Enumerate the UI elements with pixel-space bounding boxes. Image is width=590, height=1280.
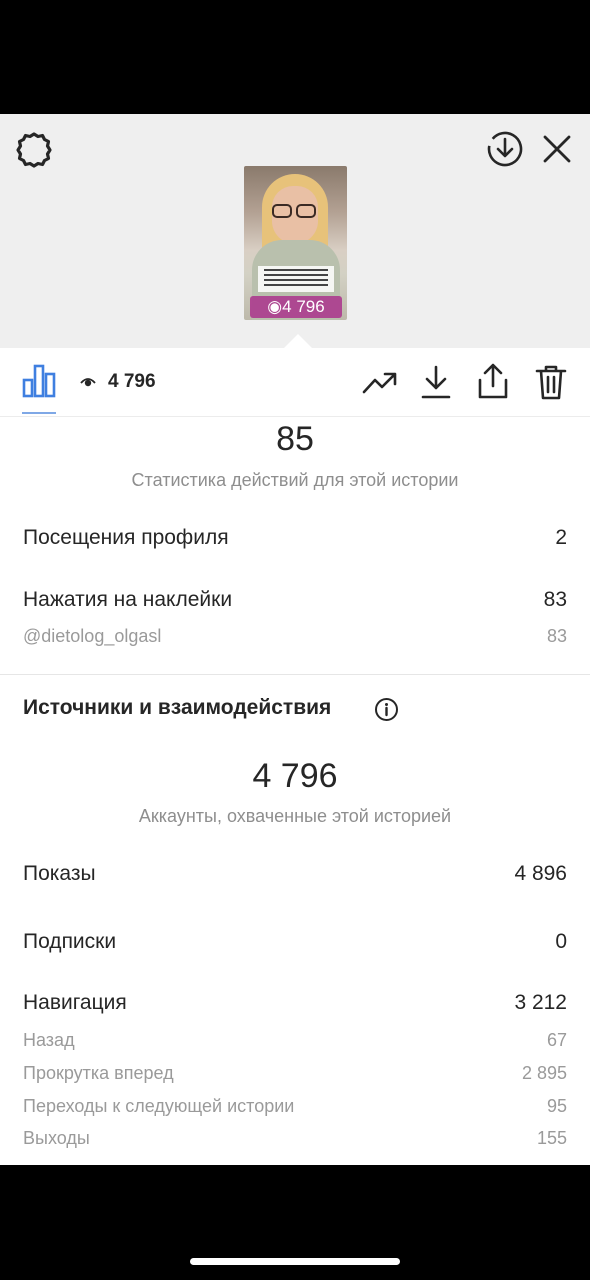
nav-next-story-value: 95: [546, 1096, 567, 1116]
share-button[interactable]: [476, 362, 510, 400]
share-icon: [478, 363, 508, 399]
promote-button[interactable]: [362, 366, 398, 400]
nav-exits-label: Выходы: [23, 1128, 90, 1148]
profile-visits-value: 2: [555, 526, 567, 549]
active-tab-indicator: [22, 412, 56, 414]
story-caption-sticker: [258, 266, 334, 292]
gear-icon: [16, 132, 52, 168]
sticker-taps-label: Нажатия на наклейки: [23, 588, 233, 611]
reach-caption: Аккаунты, охваченные этой историей: [138, 806, 452, 826]
follows-label: Подписки: [23, 930, 117, 953]
actions-caption: Статистика действий для этой истории: [131, 470, 459, 490]
nav-forward-value: 2 895: [521, 1063, 567, 1083]
close-button[interactable]: [538, 130, 576, 168]
home-indicator[interactable]: [190, 1258, 400, 1265]
nav-back-label: Назад: [23, 1030, 75, 1050]
trash-icon: [535, 365, 567, 400]
sticker-account-value: 83: [546, 626, 567, 646]
impressions-label: Показы: [23, 862, 96, 885]
save-story-button[interactable]: [484, 128, 526, 170]
preview-pointer: [284, 334, 312, 348]
eye-icon: ◉: [267, 297, 283, 316]
toolbar-divider: [0, 416, 590, 417]
reach-total: 4 796: [252, 757, 338, 795]
section-divider: [0, 674, 590, 675]
info-button[interactable]: [374, 697, 399, 722]
nav-next-story-label: Переходы к следующей истории: [23, 1096, 295, 1116]
thumbnail-views-badge: ◉4 796: [250, 296, 342, 318]
download-icon: [421, 365, 451, 399]
status-bar-area: [0, 0, 590, 114]
sticker-account-label[interactable]: @dietolog_olgasl: [23, 626, 161, 647]
info-icon: [375, 698, 398, 721]
impressions-value: 4 896: [514, 862, 567, 885]
download-button[interactable]: [420, 364, 452, 400]
discovery-section-title: Источники и взаимодействия: [23, 696, 332, 719]
download-circle-icon: [487, 131, 523, 167]
close-icon: [543, 135, 571, 163]
settings-button[interactable]: [14, 130, 54, 170]
sticker-taps-value: 83: [543, 588, 567, 611]
nav-back-value: 67: [546, 1030, 567, 1050]
nav-forward-label: Прокрутка вперед: [23, 1063, 174, 1083]
profile-visits-label: Посещения профиля: [23, 526, 229, 549]
nav-exits-value: 155: [536, 1128, 567, 1148]
navigation-label: Навигация: [23, 991, 127, 1014]
bar-chart-icon: [22, 364, 56, 398]
navigation-value: 3 212: [514, 991, 567, 1014]
follows-value: 0: [555, 930, 567, 953]
delete-button[interactable]: [534, 364, 568, 400]
views-count[interactable]: 4 796: [108, 371, 156, 393]
trending-up-icon: [362, 372, 397, 394]
eye-icon: [80, 378, 96, 387]
insights-tab[interactable]: [22, 362, 56, 398]
actions-total: 85: [276, 420, 314, 458]
